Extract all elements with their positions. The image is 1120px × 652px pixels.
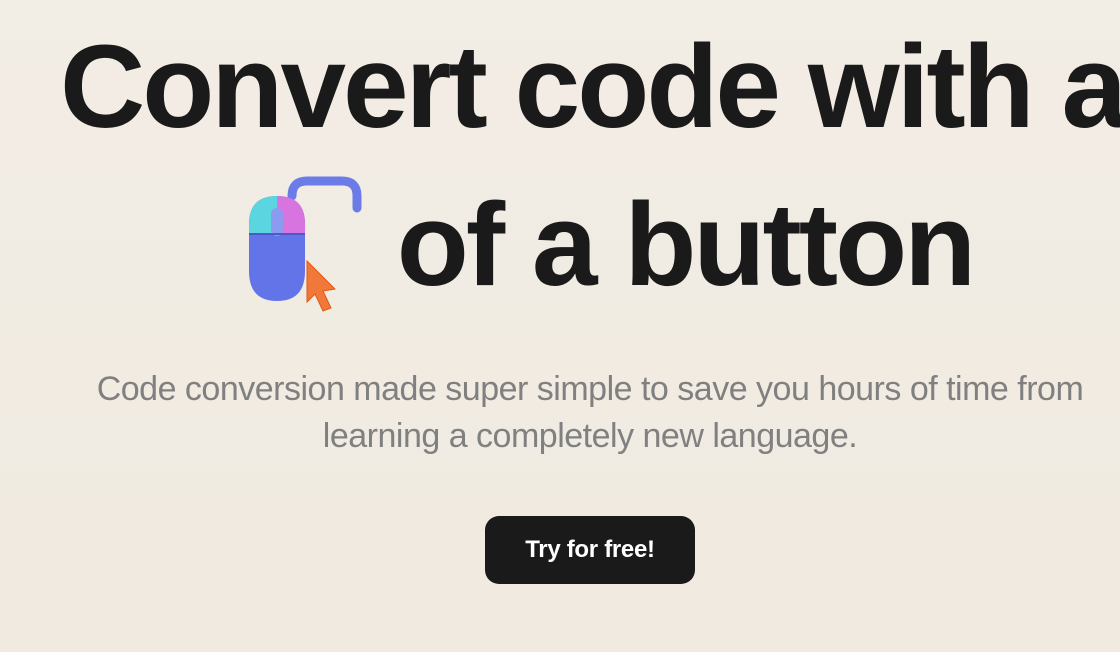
- hero-subtitle: Code conversion made super simple to sav…: [60, 366, 1120, 461]
- hero-title-line1: Convert code with a click: [60, 20, 1120, 156]
- hero-title-line2-text: of a button: [397, 178, 973, 314]
- hero-title: Convert code with a click: [60, 20, 1120, 326]
- mouse-click-icon: [207, 166, 367, 326]
- hero-title-line2: of a button: [60, 166, 1120, 326]
- try-for-free-button[interactable]: Try for free!: [485, 516, 694, 584]
- hero-section: Convert code with a click: [0, 0, 1120, 584]
